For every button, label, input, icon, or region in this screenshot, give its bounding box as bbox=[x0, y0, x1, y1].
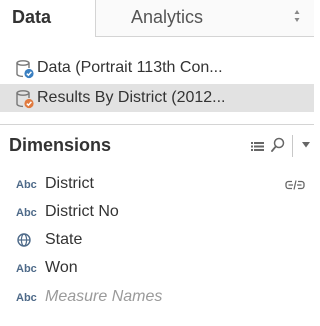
field-item[interactable]: Abc District bbox=[0, 170, 314, 198]
field-name: District No bbox=[45, 203, 119, 220]
data-source-label: Data (Portrait 113th Con... bbox=[37, 59, 223, 76]
sort-arrows-icon[interactable] bbox=[294, 9, 300, 23]
search-icon[interactable] bbox=[271, 137, 285, 153]
string-type-icon: Abc bbox=[16, 179, 37, 191]
field-item[interactable]: Abc Measure Names bbox=[0, 283, 314, 311]
tab-analytics-label: Analytics bbox=[131, 7, 204, 27]
field-item[interactable]: Abc District No bbox=[0, 198, 314, 226]
field-name: District bbox=[45, 175, 94, 192]
data-source-label: Results By District (2012... bbox=[37, 89, 226, 106]
string-type-icon: Abc bbox=[16, 292, 37, 304]
view-list-icon[interactable] bbox=[251, 142, 264, 151]
database-icon bbox=[16, 60, 34, 79]
tab-data-label: Data bbox=[12, 7, 52, 27]
tab-analytics[interactable]: Analytics bbox=[96, 0, 314, 36]
tab-data[interactable]: Data bbox=[0, 0, 96, 37]
chevron-down-icon[interactable] bbox=[302, 142, 310, 148]
database-icon bbox=[16, 90, 34, 109]
data-source-item-selected[interactable]: Results By District (2012... bbox=[0, 84, 314, 112]
link-icon[interactable] bbox=[285, 180, 305, 190]
field-name: Measure Names bbox=[45, 288, 163, 305]
field-name: State bbox=[45, 231, 83, 248]
dimensions-title: Dimensions bbox=[9, 135, 112, 155]
data-source-item[interactable]: Data (Portrait 113th Con... bbox=[0, 54, 314, 82]
field-name: Won bbox=[45, 259, 78, 276]
data-pane: Data Analytics Data (Portrait 113th Con.… bbox=[0, 0, 314, 326]
field-item[interactable]: Abc Won bbox=[0, 254, 314, 282]
globe-icon bbox=[17, 233, 31, 247]
field-item[interactable]: State bbox=[0, 226, 314, 254]
string-type-icon: Abc bbox=[16, 207, 37, 219]
data-pane-tabs: Data Analytics bbox=[0, 0, 314, 37]
dimensions-header: Dimensions bbox=[0, 124, 314, 163]
string-type-icon: Abc bbox=[16, 263, 37, 275]
header-divider bbox=[292, 135, 293, 157]
